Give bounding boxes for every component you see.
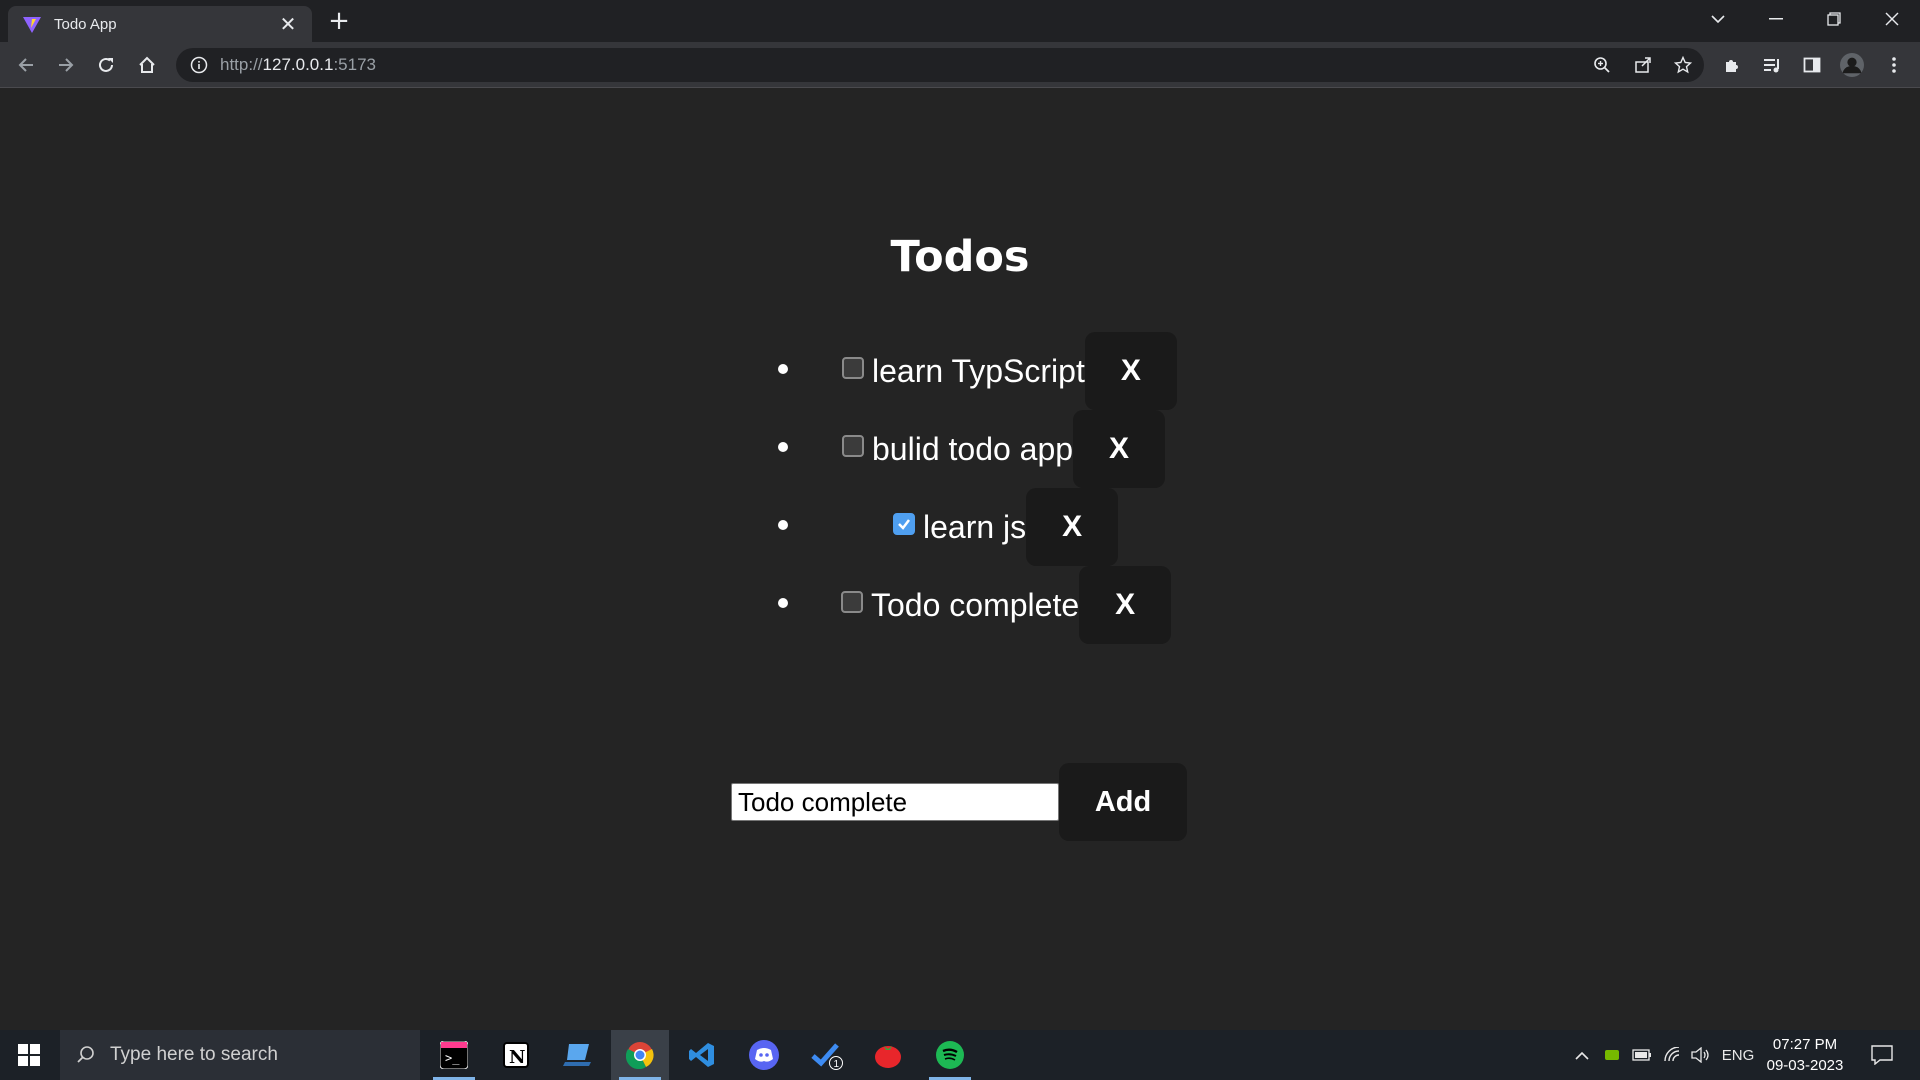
todo-text: learn TypScript: [872, 352, 1085, 389]
new-todo-input[interactable]: Todo complete: [731, 783, 1059, 821]
site-info-icon[interactable]: [190, 56, 208, 74]
volume-icon[interactable]: [1688, 1030, 1714, 1080]
add-todo-form: Todo complete Add: [731, 763, 1187, 841]
todo-app-icon[interactable]: 1: [797, 1030, 855, 1080]
close-window-button[interactable]: [1864, 0, 1920, 38]
vscode-app-icon[interactable]: [673, 1030, 731, 1080]
battery-icon[interactable]: [1629, 1030, 1655, 1080]
todo-checkbox[interactable]: [842, 357, 864, 379]
windows-taskbar: Type here to search >_ N 1 ENG 07:27 PM …: [0, 1030, 1920, 1080]
delete-todo-button[interactable]: X: [1026, 488, 1119, 566]
todo-item: learn js X: [0, 488, 1920, 566]
wifi-icon[interactable]: [1660, 1030, 1686, 1080]
todo-row: Todo complete X: [841, 566, 1172, 644]
show-hidden-icons-chevron-icon[interactable]: [1570, 1030, 1594, 1080]
todo-item: Todo complete X: [0, 566, 1920, 644]
laptop-app-icon[interactable]: [549, 1030, 607, 1080]
tab-title: Todo App: [54, 15, 117, 33]
list-bullet: [778, 364, 788, 374]
terminal-app-icon[interactable]: >_: [425, 1030, 483, 1080]
restore-button[interactable]: [1806, 0, 1862, 38]
zoom-icon[interactable]: [1590, 53, 1614, 77]
todo-item: learn TypScript X: [0, 332, 1920, 410]
taskbar-search-box[interactable]: Type here to search: [60, 1030, 420, 1080]
vite-logo-icon: [23, 17, 41, 33]
url-host: 127.0.0.1: [262, 55, 334, 74]
chrome-app-icon[interactable]: [611, 1030, 669, 1080]
page-title: Todos: [890, 232, 1030, 282]
todo-checkbox[interactable]: [842, 435, 864, 457]
list-bullet: [778, 598, 788, 608]
new-tab-button[interactable]: +: [326, 8, 352, 34]
browser-tab[interactable]: Todo App ✕: [8, 6, 312, 42]
clock-time: 07:27 PM: [1772, 1036, 1838, 1053]
notifications-icon[interactable]: [1864, 1030, 1900, 1080]
svg-text:N: N: [509, 1047, 525, 1068]
minimize-button[interactable]: [1748, 0, 1804, 38]
notion-app-icon[interactable]: N: [487, 1030, 545, 1080]
windows-start-icon[interactable]: [0, 1030, 58, 1080]
url-port: :5173: [333, 55, 376, 74]
discord-app-icon[interactable]: [735, 1030, 793, 1080]
todo-list: learn TypScript X bulid todo app X learn…: [0, 332, 1920, 644]
url-text: http://127.0.0.1:5173: [220, 55, 376, 75]
reload-icon[interactable]: [90, 49, 122, 81]
todo-badge: 1: [834, 1059, 840, 1070]
browser-tab-bar: Todo App ✕ +: [0, 0, 1920, 42]
profile-avatar[interactable]: [1840, 53, 1864, 77]
todo-text: Todo complete: [871, 586, 1080, 623]
delete-todo-button[interactable]: X: [1079, 566, 1172, 644]
add-button[interactable]: Add: [1059, 763, 1187, 841]
todo-row: learn js X: [893, 488, 1119, 566]
tab-search-icon[interactable]: [1690, 0, 1746, 38]
todo-row: learn TypScript X: [842, 332, 1177, 410]
extensions-icon[interactable]: [1720, 53, 1744, 77]
search-icon: [77, 1046, 94, 1063]
todo-item: bulid todo app X: [0, 410, 1920, 488]
todo-text: learn js: [923, 508, 1027, 545]
delete-todo-button[interactable]: X: [1073, 410, 1166, 488]
todo-checkbox[interactable]: [841, 591, 863, 613]
back-icon[interactable]: [10, 49, 42, 81]
list-bullet: [778, 442, 788, 452]
browser-menu-icon[interactable]: [1882, 53, 1906, 77]
share-icon[interactable]: [1631, 53, 1655, 77]
bookmark-star-icon[interactable]: [1671, 53, 1695, 77]
tab-close-icon[interactable]: ✕: [278, 12, 298, 36]
browser-toolbar: http://127.0.0.1:5173: [0, 42, 1920, 88]
list-bullet: [778, 520, 788, 530]
address-bar[interactable]: http://127.0.0.1:5173: [176, 48, 1704, 82]
language-indicator[interactable]: ENG: [1718, 1030, 1758, 1080]
todo-checkbox[interactable]: [893, 513, 915, 535]
taskbar-clock[interactable]: 07:27 PM 09-03-2023: [1760, 1034, 1850, 1076]
nvidia-tray-icon[interactable]: [1600, 1030, 1624, 1080]
spotify-app-icon[interactable]: [921, 1030, 979, 1080]
svg-text:>_: >_: [445, 1051, 460, 1065]
media-control-icon[interactable]: [1760, 53, 1784, 77]
delete-todo-button[interactable]: X: [1084, 332, 1177, 410]
tomato-timer-app-icon[interactable]: [859, 1030, 917, 1080]
clock-date: 09-03-2023: [1766, 1057, 1844, 1074]
forward-icon[interactable]: [50, 49, 82, 81]
url-scheme: http://: [220, 55, 263, 74]
todo-row: bulid todo app X: [842, 410, 1166, 488]
todo-text: bulid todo app: [872, 430, 1074, 467]
home-icon[interactable]: [131, 49, 163, 81]
side-panel-icon[interactable]: [1800, 53, 1824, 77]
search-placeholder: Type here to search: [110, 1044, 278, 1065]
